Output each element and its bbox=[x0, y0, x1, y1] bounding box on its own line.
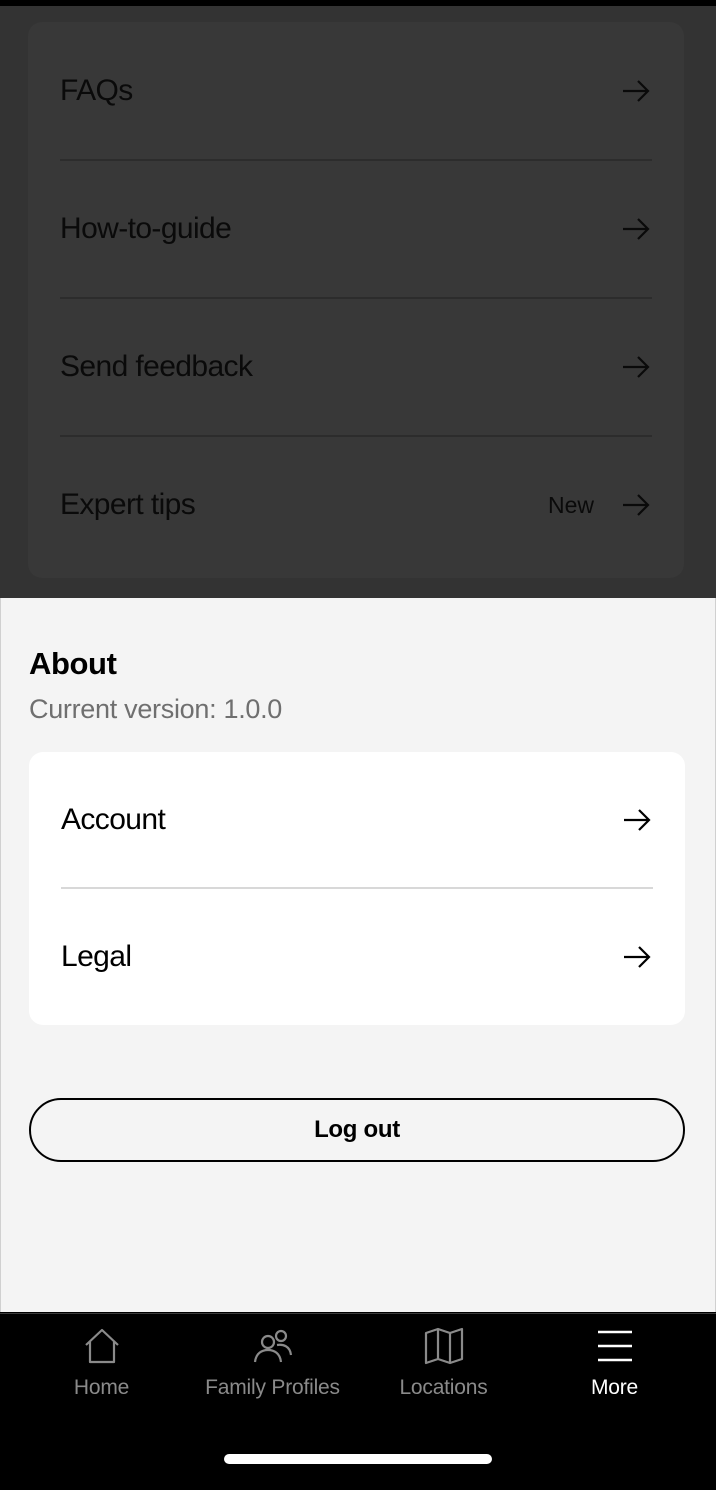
tab-family-profiles[interactable]: Family Profiles bbox=[187, 1326, 358, 1406]
support-item-how-to-guide[interactable]: How-to-guide bbox=[60, 160, 652, 298]
arrow-right-icon bbox=[624, 809, 651, 831]
tab-label: More bbox=[590, 1376, 639, 1399]
tab-locations[interactable]: Locations bbox=[358, 1326, 529, 1406]
tab-home[interactable]: Home bbox=[16, 1326, 187, 1406]
home-indicator[interactable] bbox=[224, 1454, 492, 1464]
arrow-right-icon bbox=[623, 494, 650, 516]
about-card: Account Legal bbox=[29, 752, 685, 1025]
support-item-faqs[interactable]: FAQs bbox=[60, 22, 652, 160]
about-item-account[interactable]: Account bbox=[61, 752, 653, 888]
about-item-label: Legal bbox=[61, 940, 132, 973]
tab-label: Family Profiles bbox=[205, 1376, 340, 1399]
support-item-label: How-to-guide bbox=[60, 212, 232, 245]
about-item-label: Account bbox=[61, 803, 166, 836]
support-item-send-feedback[interactable]: Send feedback bbox=[60, 298, 652, 436]
arrow-right-icon bbox=[623, 80, 650, 102]
support-item-expert-tips[interactable]: Expert tips New bbox=[60, 436, 652, 574]
dimmed-overlay[interactable]: FAQs How-to-guide Send feedback Expert t… bbox=[0, 6, 716, 598]
tab-label: Home bbox=[73, 1376, 130, 1399]
support-item-label: FAQs bbox=[60, 74, 133, 107]
map-icon bbox=[424, 1327, 463, 1365]
arrow-right-icon bbox=[623, 356, 650, 378]
version-text: Current version: 1.0.0 bbox=[29, 694, 283, 724]
tab-label: Locations bbox=[399, 1376, 488, 1399]
bottom-tab-bar: Home Family Profiles Locations More bbox=[0, 1313, 716, 1490]
family-profiles-icon bbox=[253, 1329, 292, 1363]
support-card: FAQs How-to-guide Send feedback Expert t… bbox=[28, 22, 684, 578]
home-icon bbox=[84, 1328, 119, 1364]
tab-more[interactable]: More bbox=[529, 1326, 700, 1406]
menu-icon bbox=[597, 1330, 632, 1362]
support-item-label: Send feedback bbox=[60, 350, 253, 383]
about-item-legal[interactable]: Legal bbox=[61, 889, 653, 1025]
arrow-right-icon bbox=[623, 218, 650, 240]
logout-button[interactable]: Log out bbox=[29, 1098, 685, 1162]
arrow-right-icon bbox=[624, 946, 651, 968]
about-sheet: About Current version: 1.0.0 Account Leg… bbox=[0, 598, 716, 1312]
about-title: About bbox=[29, 646, 117, 681]
new-badge: New bbox=[547, 491, 594, 518]
support-item-label: Expert tips bbox=[60, 488, 196, 521]
